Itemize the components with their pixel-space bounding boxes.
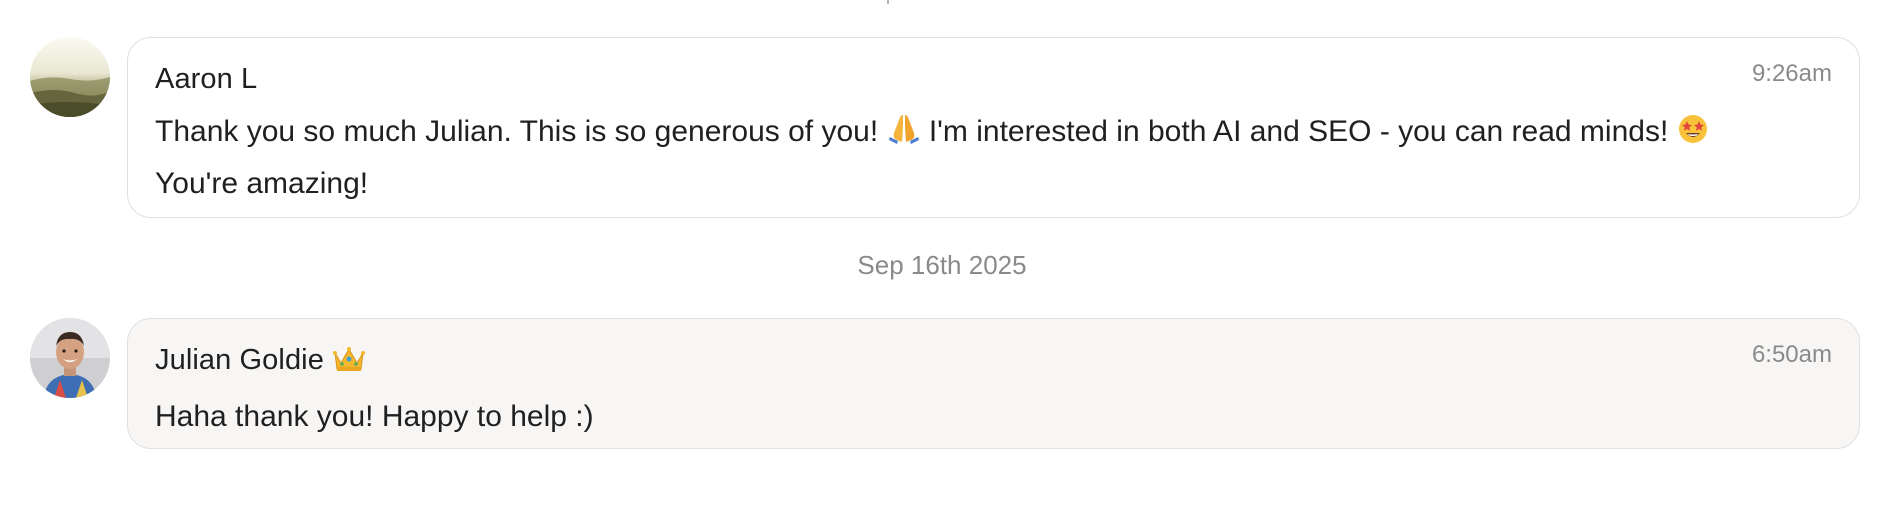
chat-thread: Aaron L 9:26am Thank you so much Julian.… bbox=[0, 0, 1884, 508]
message-text-part: I'm interested in both AI and SEO - you … bbox=[920, 115, 1677, 148]
author-name-row: Julian Goldie bbox=[155, 343, 1831, 381]
avatar[interactable] bbox=[30, 37, 110, 117]
message-time: 9:26am bbox=[1751, 60, 1832, 87]
message-bubble: Julian Goldie 6:50am Haha thank you! Hap… bbox=[127, 318, 1860, 449]
date-separator: Sep 16th 2025 bbox=[857, 250, 1027, 280]
crown-icon bbox=[332, 345, 366, 381]
folded-hands-icon bbox=[887, 112, 921, 160]
message-text-part: You're amazing! bbox=[155, 167, 369, 200]
top-separator bbox=[0, 0, 1884, 4]
author-name[interactable]: Aaron L bbox=[155, 62, 1831, 96]
star-struck-icon bbox=[1677, 112, 1709, 160]
separator-tick bbox=[887, 0, 889, 4]
message-text: Haha thank you! Happy to help :) bbox=[155, 400, 594, 433]
landscape-avatar-image bbox=[30, 37, 110, 117]
avatar[interactable] bbox=[30, 318, 110, 398]
message-bubble: Aaron L 9:26am Thank you so much Julian.… bbox=[127, 37, 1860, 218]
person-avatar-image bbox=[30, 318, 110, 398]
message-text-part: Thank you so much Julian. This is so gen… bbox=[155, 115, 887, 148]
message-time: 6:50am bbox=[1751, 341, 1832, 368]
author-name[interactable]: Julian Goldie bbox=[155, 344, 324, 376]
message-text: Thank you so much Julian. This is so gen… bbox=[155, 108, 1831, 208]
